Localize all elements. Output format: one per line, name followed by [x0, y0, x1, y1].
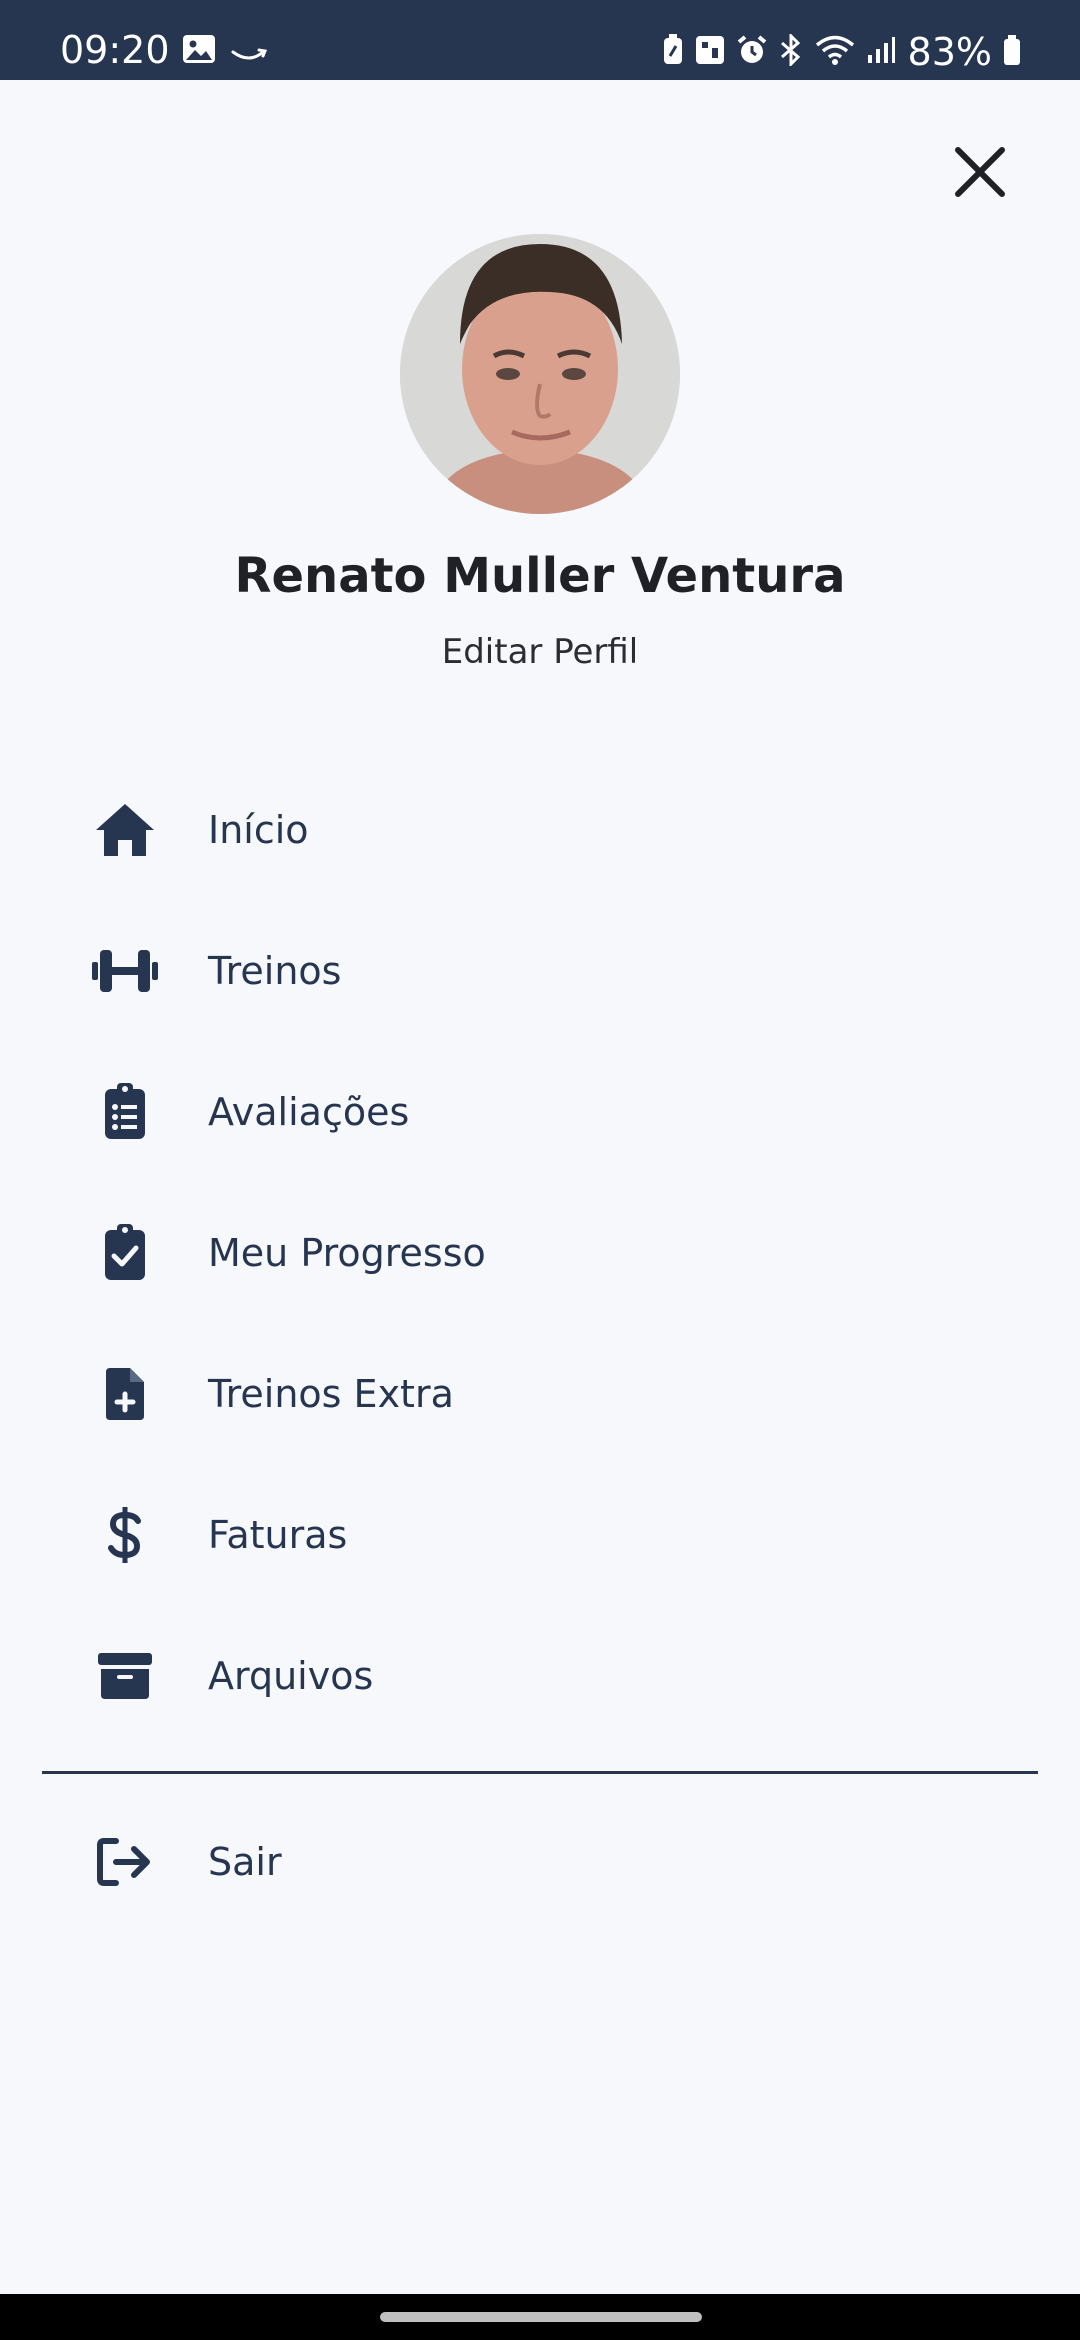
menu-item-label: Arquivos — [208, 1654, 374, 1698]
menu-item-label: Treinos — [208, 949, 342, 993]
archive-icon — [92, 1643, 158, 1709]
home-icon — [92, 797, 158, 863]
bluetooth-icon — [778, 32, 804, 70]
menu-item-faturas[interactable]: Faturas — [0, 1485, 1080, 1585]
clipboard-check-icon — [92, 1220, 158, 1286]
menu-item-meu-progresso[interactable]: Meu Progresso — [0, 1203, 1080, 1303]
menu-item-label: Início — [208, 808, 309, 852]
edit-profile-link[interactable]: Editar Perfil — [0, 632, 1080, 672]
signal-icon — [866, 35, 896, 69]
home-indicator[interactable] — [380, 2312, 702, 2322]
profile-name: Renato Muller Ventura — [234, 548, 846, 604]
menu-item-treinos-extra[interactable]: Treinos Extra — [0, 1344, 1080, 1444]
image-icon — [182, 35, 221, 68]
menu-item-label: Treinos Extra — [208, 1372, 454, 1416]
battery-icon — [1002, 34, 1022, 70]
menu-item-avaliacoes[interactable]: Avaliações — [0, 1062, 1080, 1162]
dumbbell-icon — [92, 938, 158, 1004]
divider — [42, 1771, 1038, 1774]
menu-item-inicio[interactable]: Início — [0, 780, 1080, 880]
logout-icon — [92, 1829, 158, 1895]
status-right-icons: 83% — [652, 30, 1022, 74]
battery-saver-icon — [662, 34, 684, 70]
status-time: 09:20 — [60, 28, 170, 72]
logout-label: Sair — [208, 1840, 282, 1884]
status-left-icons — [182, 34, 268, 68]
dollar-icon — [92, 1502, 158, 1568]
logout-button[interactable]: Sair — [0, 1812, 1080, 1912]
menu-item-label: Faturas — [208, 1513, 348, 1557]
menu-item-arquivos[interactable]: Arquivos — [0, 1626, 1080, 1726]
clipboard-list-icon — [92, 1079, 158, 1145]
battery-percentage: 83% — [907, 30, 992, 74]
avatar[interactable] — [400, 234, 680, 514]
close-icon — [955, 147, 1005, 197]
avatar-photo — [400, 234, 680, 514]
alarm-icon — [736, 34, 768, 70]
menu-item-treinos[interactable]: Treinos — [0, 921, 1080, 1021]
file-plus-icon — [92, 1361, 158, 1427]
status-bar: 09:20 83% — [0, 0, 1080, 80]
menu-item-label: Avaliações — [208, 1090, 410, 1134]
amazon-icon — [231, 48, 268, 68]
menu-item-label: Meu Progresso — [208, 1231, 486, 1275]
wifi-icon — [814, 34, 856, 70]
sim-icon — [694, 34, 726, 70]
close-button[interactable] — [950, 142, 1010, 202]
